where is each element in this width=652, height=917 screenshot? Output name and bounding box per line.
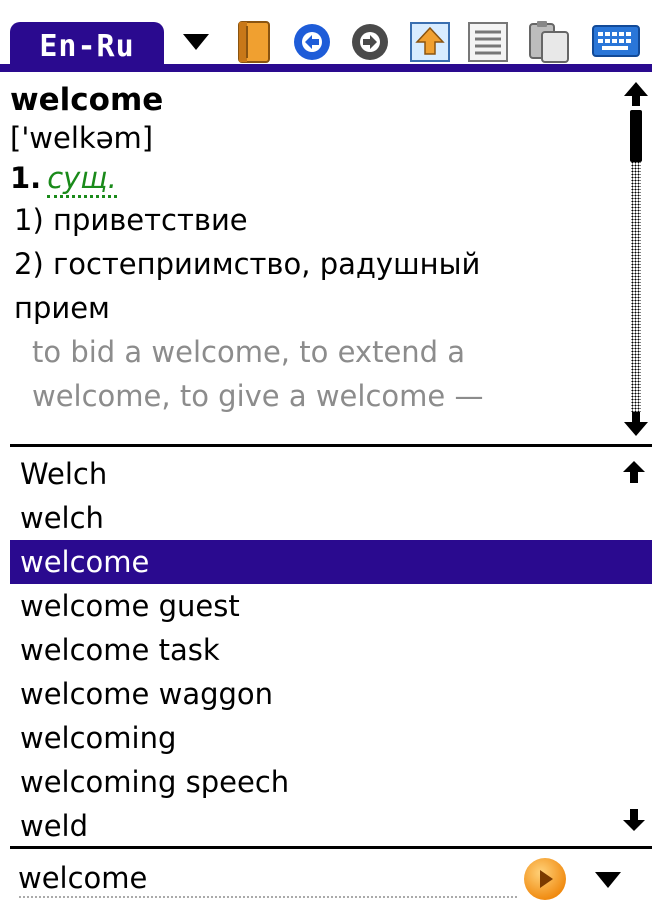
search-underline — [18, 896, 518, 898]
divider-top — [10, 444, 652, 447]
book-icon[interactable] — [233, 20, 273, 64]
dictionary-app: En-Ru welcome ['welkəm] 1. сущ. 1) приве… — [0, 0, 652, 917]
transcription: ['welkəm] — [10, 121, 154, 155]
toolbar: En-Ru — [0, 0, 652, 72]
search-bar — [10, 854, 652, 904]
list-item[interactable]: welcoming speech — [10, 760, 652, 804]
scroll-down-arrow-icon[interactable] — [622, 412, 650, 436]
search-input[interactable] — [18, 858, 512, 898]
example-line-1: to bid a welcome, to extend a — [32, 335, 466, 369]
entry-scrollbar[interactable] — [622, 82, 650, 436]
list-item[interactable]: welcome task — [10, 628, 652, 672]
list-scroll-up-icon[interactable] — [622, 460, 646, 484]
language-pair-tab[interactable]: En-Ru — [10, 22, 164, 70]
upload-icon[interactable] — [410, 22, 450, 62]
divider-bottom — [10, 846, 652, 849]
list-icon[interactable] — [468, 22, 508, 62]
chevron-down-icon[interactable] — [178, 24, 214, 60]
list-item-selected[interactable]: welcome — [10, 540, 652, 584]
keyboard-icon[interactable] — [592, 24, 640, 60]
chevron-down-icon[interactable] — [592, 864, 624, 894]
list-item[interactable]: welcome waggon — [10, 672, 652, 716]
headword: welcome — [10, 82, 164, 118]
scroll-up-arrow-icon[interactable] — [622, 82, 650, 106]
meaning-2: 2) гостеприимство, радушный — [14, 247, 481, 281]
forward-arrow-icon[interactable] — [350, 22, 390, 62]
clipboard-icon[interactable] — [528, 20, 570, 64]
example-line-2: welcome, to give a welcome — — [32, 379, 484, 413]
list-item[interactable]: Welch — [10, 452, 652, 496]
word-list: Welch welch welcome welcome guest welcom… — [10, 452, 652, 844]
list-item[interactable]: welcoming — [10, 716, 652, 760]
sense-header: 1. сущ. — [10, 158, 610, 198]
list-item[interactable]: welch — [10, 496, 652, 540]
list-item[interactable]: weld — [10, 804, 652, 848]
play-icon[interactable] — [522, 856, 568, 902]
entry-panel: welcome ['welkəm] 1. сущ. 1) приветствие … — [10, 82, 610, 442]
list-scroll-down-icon[interactable] — [622, 808, 646, 832]
meaning-2-continued: прием — [14, 291, 110, 325]
back-arrow-icon[interactable] — [292, 22, 332, 62]
scroll-thumb[interactable] — [630, 110, 642, 162]
part-of-speech-link[interactable]: сущ. — [47, 161, 117, 198]
sense-number: 1. — [10, 161, 42, 195]
list-item[interactable]: welcome guest — [10, 584, 652, 628]
meaning-1: 1) приветствие — [14, 203, 248, 237]
